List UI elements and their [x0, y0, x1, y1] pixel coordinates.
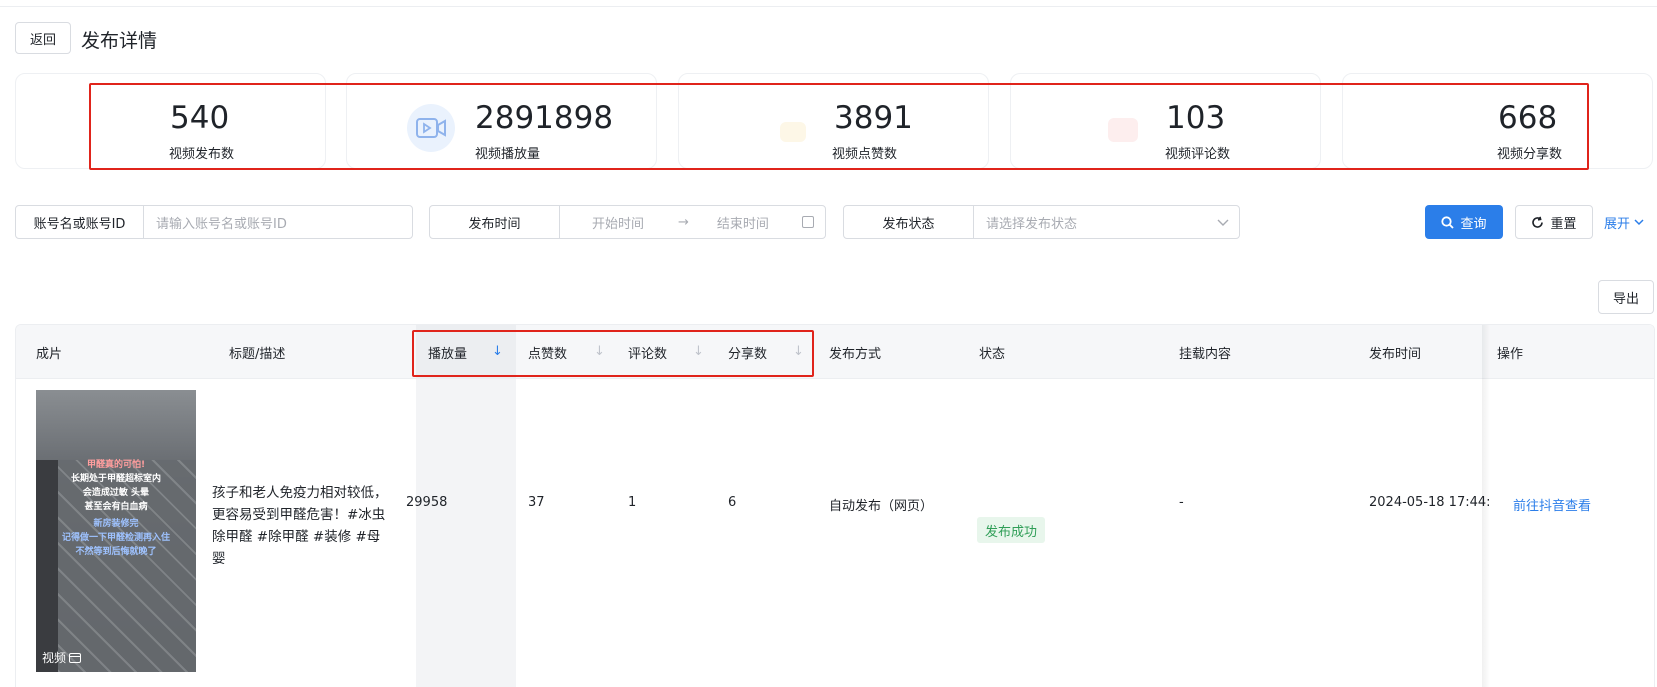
- video-badge-label: 视频: [42, 651, 67, 665]
- thumb-text-7: 不然等到后悔就晚了: [75, 547, 157, 557]
- thumb-text-2: 长期处于甲醛超标室内: [70, 474, 161, 484]
- account-filter-label: 账号名或账号ID: [16, 206, 144, 238]
- highlight-box-stats: [89, 83, 1589, 170]
- video-badge: 视频: [42, 649, 82, 666]
- expand-toggle[interactable]: 展开: [1604, 213, 1644, 232]
- video-small-icon: [69, 652, 82, 663]
- end-time-input[interactable]: 结束时间: [689, 213, 769, 232]
- status-filter-label: 发布状态: [844, 206, 974, 238]
- query-button-label: 查询: [1460, 216, 1487, 232]
- cell-mount: -: [1179, 495, 1184, 510]
- cell-comments: 1: [628, 495, 637, 510]
- cell-likes: 37: [528, 495, 545, 510]
- col-header-title: 标题/描述: [229, 347, 286, 362]
- status-filter[interactable]: 发布状态 请选择发布状态: [843, 205, 1240, 239]
- time-filter-label: 发布时间: [430, 206, 560, 238]
- col-header-clip: 成片: [36, 347, 63, 362]
- account-input[interactable]: 请输入账号名或账号ID: [144, 213, 287, 232]
- col-header-mount: 挂载内容: [1179, 347, 1232, 362]
- query-button[interactable]: 查询: [1425, 205, 1503, 239]
- arrow-right-icon: →: [678, 214, 689, 230]
- thumb-text-6: 记得做一下甲醛检测再入住: [61, 533, 170, 543]
- open-douyin-link[interactable]: 前往抖音查看: [1513, 495, 1591, 514]
- chevron-down-icon: [1634, 219, 1644, 226]
- back-button[interactable]: 返回: [15, 22, 71, 54]
- cell-time: 2024-05-18 17:44:: [1369, 495, 1491, 510]
- thumb-text-4: 甚至会有白血病: [84, 502, 148, 512]
- reset-button[interactable]: 重置: [1515, 205, 1593, 239]
- video-thumbnail[interactable]: 甲醛真的可怕! 长期处于甲醛超标室内 会造成过敏 头晕 甚至会有白血病 新房装修…: [36, 390, 196, 672]
- thumb-wall: [36, 390, 196, 460]
- col-header-ops: 操作: [1497, 347, 1524, 362]
- highlight-box-sort-headers: [412, 330, 814, 377]
- start-time-input[interactable]: 开始时间: [560, 213, 644, 232]
- expand-label: 展开: [1604, 217, 1631, 232]
- cell-shares: 6: [728, 495, 737, 510]
- time-filter[interactable]: 发布时间 开始时间 → 结束时间: [429, 205, 826, 239]
- status-select[interactable]: 请选择发布状态: [974, 213, 1077, 232]
- chevron-down-icon[interactable]: [1217, 219, 1229, 227]
- col-header-method: 发布方式: [829, 347, 882, 362]
- thumb-text-1: 甲醛真的可怕!: [86, 460, 146, 470]
- status-badge: 发布成功: [977, 517, 1046, 543]
- calendar-icon[interactable]: [802, 216, 814, 228]
- thumb-text-5: 新房装修完: [93, 519, 139, 529]
- export-button[interactable]: 导出: [1598, 280, 1654, 314]
- ops-column: 操作 前往抖音查看: [1490, 325, 1654, 687]
- refresh-icon: [1532, 216, 1544, 228]
- page-title: 发布详情: [81, 30, 158, 52]
- reset-button-label: 重置: [1550, 216, 1577, 232]
- top-divider: [0, 6, 1657, 7]
- thumb-text-3: 会造成过敏 头晕: [82, 488, 150, 498]
- cell-plays: 29958: [406, 495, 448, 510]
- cell-method: 自动发布（网页）: [829, 499, 934, 514]
- fixed-column-shadow: [1482, 325, 1490, 687]
- cell-description: 孩子和老人免疫力相对较低，更容易受到甲醛危害！#冰虫除甲醛 #除甲醛 #装修 #…: [212, 485, 388, 567]
- col-header-status: 状态: [979, 347, 1006, 362]
- search-icon: [1441, 215, 1455, 229]
- account-filter[interactable]: 账号名或账号ID 请输入账号名或账号ID: [15, 205, 413, 239]
- col-header-time: 发布时间: [1369, 347, 1422, 362]
